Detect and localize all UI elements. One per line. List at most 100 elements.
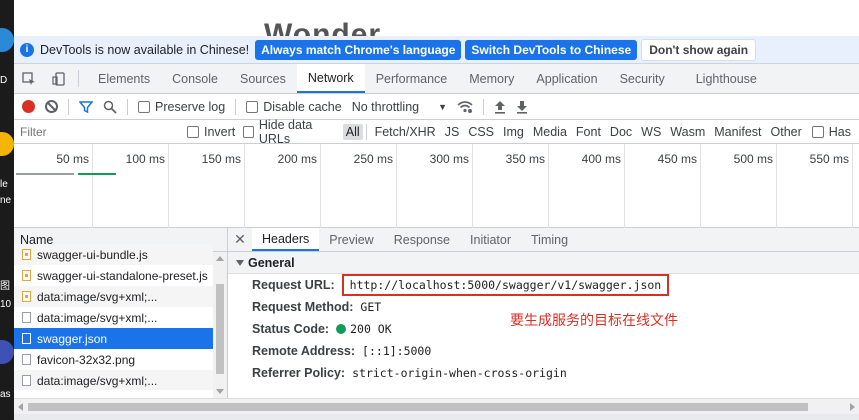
details-tabs: ✕ Headers Preview Response Initiator Tim… [228,228,859,252]
request-url-value[interactable]: http://localhost:5000/swagger/v1/swagger… [341,274,670,296]
scroll-up-icon [216,256,224,261]
preserve-log-checkbox[interactable]: Preserve log [138,100,225,114]
annotation-note: 要生成服务的目标在线文件 [510,313,678,329]
tab-network[interactable]: Network [296,64,365,93]
app-shortcut-icon[interactable] [0,132,14,156]
tab-lighthouse[interactable]: Lighthouse [676,64,768,93]
import-har-icon[interactable] [494,100,506,114]
clear-icon[interactable] [45,100,58,113]
filter-type-manifest[interactable]: Manifest [711,124,764,140]
match-language-button[interactable]: Always match Chrome's language [255,39,462,60]
filter-type-all[interactable]: All [342,123,363,140]
timeline-tick: 100 ms [125,152,165,166]
header-row-referrer-policy: Referrer Policy: strict-origin-when-cros… [252,366,567,380]
export-har-icon[interactable] [516,100,528,114]
switch-language-button[interactable]: Switch DevTools to Chinese [465,39,638,60]
timeline-tick: 50 ms [56,152,89,166]
tab-elements[interactable]: Elements [87,64,161,93]
tab-console[interactable]: Console [161,64,229,93]
device-toolbar-icon[interactable] [44,64,74,93]
tab-memory[interactable]: Memory [458,64,525,93]
desktop-label: ne [0,195,12,206]
list-item[interactable]: swagger-ui-bundle.js [14,244,213,265]
language-infobar: i DevTools is now available in Chinese! … [14,36,859,64]
horizontal-scrollbar[interactable] [14,398,859,414]
list-item[interactable]: favicon-32x32.png [14,349,213,370]
tab-headers[interactable]: Headers [252,228,320,251]
timeline-overview[interactable]: 50 ms 100 ms 150 ms 200 ms 250 ms 300 ms… [14,144,859,228]
filter-type-font[interactable]: Font [573,124,604,140]
close-icon[interactable]: ✕ [228,228,252,251]
timeline-tick: 200 ms [277,152,317,166]
timeline-bar-waiting [16,173,74,175]
request-list: Name swagger-ui-bundle.js swagger-ui-sta… [14,228,228,398]
desktop-label: le [0,179,8,190]
scroll-right-icon [850,403,855,411]
tab-initiator[interactable]: Initiator [460,228,521,251]
devtools-tabs: Elements Console Sources Network Perform… [14,64,859,94]
filter-type-fetch-xhr[interactable]: Fetch/XHR [372,124,439,140]
scroll-left-icon [18,403,23,411]
list-item[interactable]: data:image/svg+xml;... [14,370,213,390]
scroll-down-icon [216,389,224,394]
header-row-remote-address: Remote Address: [::1]:5000 [252,344,432,358]
filter-input[interactable] [14,121,175,142]
disable-cache-checkbox[interactable]: Disable cache [246,100,342,114]
network-toolbar: Preserve log Disable cache No throttling… [14,94,859,120]
filter-type-css[interactable]: CSS [465,124,497,140]
desktop-edge: D le ne 图 10 as [0,0,14,420]
filter-icon[interactable] [79,100,93,114]
app-shortcut-icon[interactable] [0,340,14,364]
tab-sources[interactable]: Sources [229,64,297,93]
desktop-label: 10 [0,299,12,310]
timeline-tick: 500 ms [733,152,773,166]
list-item[interactable]: data:image/svg+xml;... [14,286,213,307]
request-list-scrollbar[interactable] [213,252,227,398]
tab-preview[interactable]: Preview [319,228,383,251]
js-file-icon [22,249,31,260]
tab-performance[interactable]: Performance [365,64,459,93]
infobar-message: DevTools is now available in Chinese! [40,42,250,57]
filter-type-js[interactable]: JS [442,124,463,140]
desktop-label: as [0,389,11,400]
dont-show-again-button[interactable]: Don't show again [641,38,757,61]
page-content-snippet: Wonder [14,0,859,36]
has-blocked-cookies-checkbox[interactable]: Has [811,125,851,139]
filter-type-img[interactable]: Img [500,124,527,140]
invert-checkbox[interactable]: Invert [187,125,235,139]
document-file-icon [22,354,31,365]
network-bottom-pane: Name swagger-ui-bundle.js swagger-ui-sta… [14,228,859,398]
list-item-selected[interactable]: swagger.json [14,328,213,349]
throttling-select[interactable]: No throttling ▼ [352,100,447,114]
collapse-triangle-icon [236,259,244,266]
list-item[interactable]: swagger-ui-standalone-preset.js [14,265,213,286]
devtools-panel: Wonder i DevTools is now available in Ch… [14,0,859,420]
image-file-icon [22,375,31,386]
inspect-element-icon[interactable] [14,64,44,93]
filter-type-doc[interactable]: Doc [607,124,635,140]
tab-application[interactable]: Application [525,64,608,93]
filter-bar: Invert Hide data URLs All Fetch/XHR JS C… [14,118,859,146]
timeline-bar-download [78,173,116,175]
hide-data-urls-checkbox[interactable]: Hide data URLs [243,118,335,146]
info-icon: i [20,42,34,57]
filter-type-ws[interactable]: WS [638,124,664,140]
image-file-icon [22,312,31,323]
browser-shortcut-icon[interactable] [0,28,14,52]
header-row-request-url: Request URL: http://localhost:5000/swagg… [228,274,859,296]
search-icon[interactable] [103,100,117,114]
general-section-header[interactable]: General [228,252,859,274]
tab-response[interactable]: Response [384,228,460,251]
timeline-tick: 150 ms [201,152,241,166]
list-item[interactable]: data:image/svg+xml;... [14,307,213,328]
filter-type-other[interactable]: Other [768,124,805,140]
image-file-icon [22,291,31,302]
record-button[interactable] [22,100,35,113]
filter-type-wasm[interactable]: Wasm [667,124,708,140]
tab-timing[interactable]: Timing [521,228,578,251]
tab-security[interactable]: Security [609,64,676,93]
network-conditions-icon[interactable] [457,100,473,114]
status-ok-dot-icon [336,324,347,334]
timeline-tick: 300 ms [429,152,469,166]
filter-type-media[interactable]: Media [530,124,570,140]
